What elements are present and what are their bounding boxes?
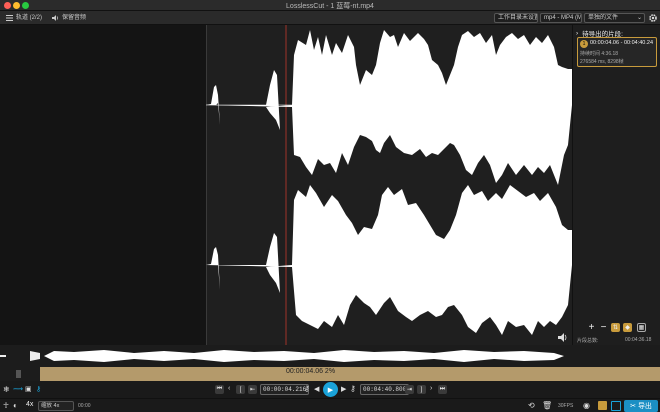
export-button[interactable]: ✂ 导出 bbox=[624, 400, 658, 412]
forward-button[interactable]: ▶ bbox=[341, 385, 346, 393]
video-preview bbox=[0, 25, 206, 345]
key-icon-2[interactable]: ⚷ bbox=[350, 384, 356, 393]
output-mode-select[interactable]: 单独的文件 ⌄ bbox=[584, 13, 645, 23]
list-icon bbox=[6, 15, 13, 21]
overview-left-track bbox=[0, 347, 40, 365]
working-dir-button[interactable]: 工作目录未设置 bbox=[494, 13, 538, 23]
segments-total-label: 片段总数: bbox=[577, 338, 599, 344]
volume-icon[interactable] bbox=[558, 333, 568, 342]
history-icon[interactable]: ⟲ bbox=[528, 401, 535, 410]
step-forward-icon: ⇥ bbox=[406, 387, 413, 393]
export-label: 导出 bbox=[637, 403, 652, 410]
rewind-button[interactable]: ◀ bbox=[314, 385, 319, 393]
trash-icon[interactable]: 🗑 bbox=[542, 401, 552, 410]
losslesscut-window: LosslessCut - 1 蓝莓-nt.mp4 轨道 (2/2) 保留音频 … bbox=[0, 0, 660, 412]
waveform-view[interactable] bbox=[205, 25, 572, 345]
title-bar: LosslessCut - 1 蓝莓-nt.mp4 bbox=[0, 0, 660, 11]
set-start-button[interactable]: [ bbox=[236, 385, 245, 394]
status-bar: ☥ ◐ 4x 缩放 4x 00:00 ⟲ 🗑 30FPS ◉ ✂ 导出 bbox=[0, 398, 660, 412]
segments-panel: › 待导出的片段: 1 00:00:04.06 - 00:04:40.24 持续… bbox=[572, 25, 660, 345]
start-time-field[interactable]: 00:00:04.216 bbox=[260, 384, 310, 395]
segment-time-range: 00:00:04.06 - 00:04:40.24 bbox=[590, 40, 653, 46]
fps-label: 30FPS bbox=[558, 403, 574, 409]
zoom-select-label: 缩放 4x bbox=[41, 403, 60, 409]
reorder-segments-button[interactable]: ⇅ bbox=[611, 323, 620, 332]
next-frame-button[interactable]: › bbox=[430, 385, 432, 392]
segment-number-badge: 1 bbox=[580, 40, 588, 48]
timeline-left-gutter bbox=[0, 367, 40, 381]
keep-audio-button[interactable]: 保留音频 bbox=[52, 13, 86, 23]
contrast-icon[interactable]: ◐ bbox=[13, 401, 18, 410]
speed-label: 4x bbox=[26, 401, 34, 408]
overview-left-graphic bbox=[0, 351, 40, 361]
segment-item[interactable]: 1 00:00:04.06 - 00:04:40.24 持续时间 4:36.18… bbox=[577, 37, 657, 67]
window-title: LosslessCut - 1 蓝莓-nt.mp4 bbox=[286, 3, 374, 10]
top-toolbar: 轨道 (2/2) 保留音频 工作目录未设置 mp4 - MP4 (M… 单独的文… bbox=[0, 11, 660, 25]
prev-frame-button[interactable]: ‹ bbox=[228, 385, 230, 392]
keep-audio-label: 保留音频 bbox=[62, 15, 87, 21]
plus-icon: + bbox=[588, 322, 595, 333]
remove-segment-button[interactable]: − bbox=[599, 322, 608, 333]
skip-forward-icon: ⏭ bbox=[439, 386, 446, 392]
grid-view-button[interactable]: ▦ bbox=[637, 323, 646, 332]
set-end-button[interactable]: ] bbox=[417, 385, 426, 394]
key-tool-icon[interactable]: ⚷ bbox=[36, 385, 41, 393]
seek-end-button[interactable]: ⇥ bbox=[405, 385, 414, 394]
snapshot-mode-icon[interactable]: ❄ bbox=[3, 385, 10, 394]
chevron-down-icon: ⌄ bbox=[636, 15, 642, 21]
snapshot-button[interactable] bbox=[598, 401, 607, 410]
sort-icon: ⇅ bbox=[612, 325, 619, 331]
scissors-icon: ✂ bbox=[630, 403, 636, 410]
grid-icon: ▦ bbox=[638, 325, 645, 331]
jump-end-button[interactable]: ⏭ bbox=[438, 385, 447, 394]
chevron-right-icon[interactable]: › bbox=[576, 30, 578, 37]
jump-start-button[interactable]: ⏮ bbox=[215, 385, 224, 394]
seek-start-button[interactable]: ⇤ bbox=[248, 385, 257, 394]
waveform-graphic bbox=[205, 25, 572, 345]
tracks-button[interactable]: 轨道 (2/2) bbox=[6, 13, 42, 23]
play-icon: ▶ bbox=[327, 386, 334, 394]
key-icon[interactable]: ⚷ bbox=[304, 384, 310, 393]
audio-waveform-toggle[interactable]: ⟿ bbox=[13, 385, 23, 393]
end-time-field[interactable]: 00:04:40.800 bbox=[360, 384, 410, 395]
tracks-label: 轨道 (2/2) bbox=[16, 15, 43, 21]
minus-icon: − bbox=[600, 322, 607, 333]
step-back-icon: ⇤ bbox=[249, 387, 256, 393]
zoom-detail: 00:00 bbox=[78, 403, 91, 409]
gear-icon[interactable] bbox=[648, 13, 658, 23]
image-icon[interactable]: ▣ bbox=[25, 385, 32, 393]
segments-total-value: 00:04:36.18 bbox=[625, 337, 652, 343]
timeline-bar[interactable]: 00:00:04.06 2% bbox=[0, 367, 660, 381]
timeline-cursor-time: 00:00:04.06 2% bbox=[286, 368, 336, 375]
add-segment-button[interactable]: + bbox=[587, 322, 596, 333]
timeline-handle[interactable] bbox=[16, 370, 21, 378]
playback-controls: ⏮ ‹ [ ⇤ 00:00:04.216 ⚷ ◀ ▶ ▶ ⚷ 00:04:40.… bbox=[0, 381, 660, 398]
output-mode-label: 单独的文件 bbox=[588, 15, 619, 21]
overview-graphic bbox=[44, 350, 564, 362]
tag-segment-button[interactable]: ◆ bbox=[623, 323, 632, 332]
overview-waveform[interactable] bbox=[0, 345, 660, 367]
calendar-icon[interactable] bbox=[611, 401, 621, 411]
bracket-left-icon: [ bbox=[239, 386, 242, 393]
bracket-right-icon: ] bbox=[420, 386, 423, 393]
play-button[interactable]: ▶ bbox=[323, 382, 338, 397]
skip-back-icon: ⏮ bbox=[216, 386, 223, 392]
speaker-icon bbox=[52, 15, 59, 21]
tag-icon: ◆ bbox=[625, 325, 630, 331]
segment-duration: 持续时间 4:36.18 bbox=[580, 51, 619, 57]
camera-icon[interactable]: ◉ bbox=[583, 401, 590, 410]
accessibility-icon[interactable]: ☥ bbox=[3, 401, 9, 410]
format-select[interactable]: mp4 - MP4 (M… bbox=[540, 13, 582, 23]
zoom-select[interactable]: 缩放 4x bbox=[38, 401, 74, 411]
segment-detail: 276584 ms, 8298帧 bbox=[580, 59, 624, 65]
